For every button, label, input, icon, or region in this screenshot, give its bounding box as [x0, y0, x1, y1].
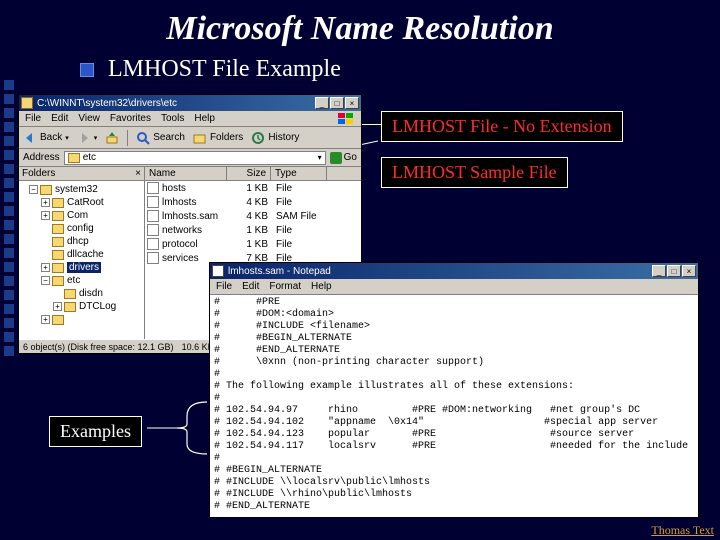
menu-tools[interactable]: Tools [161, 113, 184, 124]
windows-logo-icon [337, 112, 355, 126]
forward-arrow-icon [77, 131, 91, 145]
minimize-button[interactable]: _ [652, 265, 666, 277]
notepad-menubar: File Edit Format Help [210, 279, 698, 295]
up-button[interactable] [105, 131, 119, 145]
col-type[interactable]: Type [271, 167, 327, 180]
history-icon [251, 131, 265, 145]
folders-close-icon[interactable]: × [135, 168, 141, 179]
address-field[interactable]: etc ▾ [64, 151, 326, 165]
menu-edit[interactable]: Edit [242, 281, 259, 292]
table-row[interactable]: hosts1 KBFile [145, 181, 361, 195]
table-row[interactable]: lmhosts4 KBFile [145, 195, 361, 209]
close-button[interactable]: × [345, 97, 359, 109]
footer-text: Thomas Text [651, 523, 714, 538]
up-icon [105, 131, 119, 145]
explorer-title: C:\WINNT\system32\drivers\etc [37, 98, 177, 109]
go-button[interactable]: Go [330, 152, 357, 164]
notepad-titlebar[interactable]: lmhosts.sam - Notepad _ □ × [210, 263, 698, 279]
callout-sample: LMHOST Sample File [381, 157, 568, 188]
minimize-button[interactable]: _ [315, 97, 329, 109]
folder-icon [21, 97, 33, 109]
explorer-titlebar[interactable]: C:\WINNT\system32\drivers\etc _ □ × [19, 95, 361, 111]
folder-tree[interactable]: −system32 +CatRoot +Com config dhcp dllc… [19, 181, 144, 328]
menu-view[interactable]: View [78, 113, 100, 124]
folders-pane: Folders × −system32 +CatRoot +Com config … [19, 167, 145, 339]
menu-file[interactable]: File [25, 113, 41, 124]
close-button[interactable]: × [682, 265, 696, 277]
folders-icon [193, 131, 207, 145]
slide-title: Microsoft Name Resolution [0, 10, 720, 48]
left-stripe [0, 0, 18, 540]
col-name[interactable]: Name [145, 167, 227, 180]
folders-header: Folders [22, 168, 55, 179]
table-row[interactable]: lmhosts.sam4 KBSAM File [145, 209, 361, 223]
back-button[interactable]: Back ▾ [23, 131, 69, 145]
subtitle-text: LMHOST File Example [108, 56, 341, 83]
go-icon [330, 152, 342, 164]
menu-file[interactable]: File [216, 281, 232, 292]
back-arrow-icon [23, 131, 37, 145]
address-label: Address [23, 152, 60, 163]
bracket-icon [147, 398, 209, 458]
callout-noext: LMHOST File - No Extension [381, 111, 623, 142]
menu-help[interactable]: Help [311, 281, 332, 292]
folders-button[interactable]: Folders [193, 131, 243, 145]
menu-format[interactable]: Format [269, 281, 301, 292]
table-row[interactable]: networks1 KBFile [145, 223, 361, 237]
subtitle-row: LMHOST File Example [80, 56, 720, 83]
notepad-icon [212, 265, 224, 277]
maximize-button[interactable]: □ [330, 97, 344, 109]
explorer-toolbar: Back ▾ ▾ Search Folders History [19, 127, 361, 149]
maximize-button[interactable]: □ [667, 265, 681, 277]
history-button[interactable]: History [251, 131, 299, 145]
menu-help[interactable]: Help [194, 113, 215, 124]
col-size[interactable]: Size [227, 167, 271, 180]
explorer-menubar: File Edit View Favorites Tools Help [19, 111, 361, 127]
slide-root: Microsoft Name Resolution LMHOST File Ex… [0, 0, 720, 540]
menu-favorites[interactable]: Favorites [110, 113, 151, 124]
notepad-window: lmhosts.sam - Notepad _ □ × File Edit Fo… [209, 262, 699, 518]
folder-icon [68, 153, 80, 163]
notepad-title: lmhosts.sam - Notepad [228, 266, 331, 277]
notepad-textarea[interactable]: # #PRE # #DOM:<domain> # #INCLUDE <filen… [210, 295, 698, 517]
menu-edit[interactable]: Edit [51, 113, 68, 124]
table-row[interactable]: protocol1 KBFile [145, 237, 361, 251]
search-icon [136, 131, 150, 145]
search-button[interactable]: Search [136, 131, 185, 145]
bullet-icon [80, 63, 94, 77]
explorer-addressbar: Address etc ▾ Go [19, 149, 361, 167]
callout-examples: Examples [49, 416, 142, 447]
forward-button[interactable]: ▾ [77, 131, 98, 145]
